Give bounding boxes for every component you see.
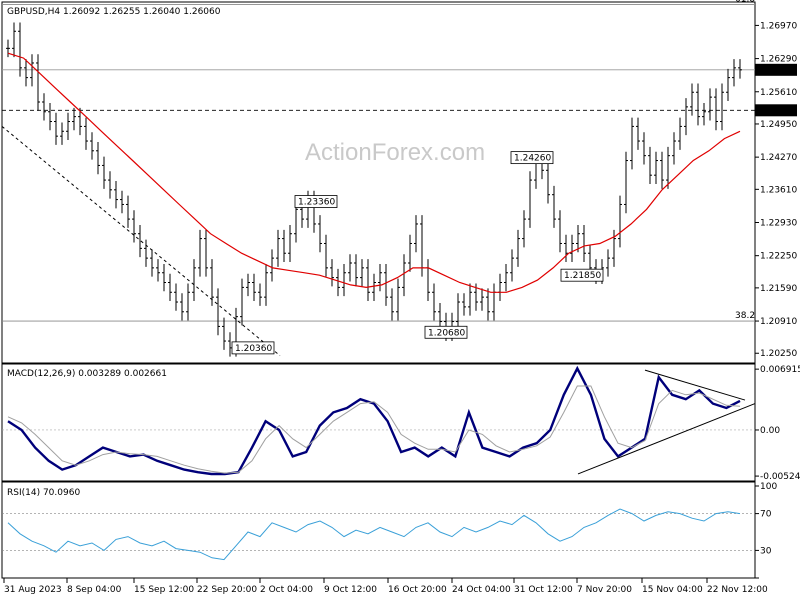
price-annotation-label: 1.24260: [514, 154, 551, 164]
x-tick-label: 7 Nov 20:00: [577, 585, 632, 595]
x-tick-label: 2 Oct 04:00: [260, 585, 313, 595]
price-y-tick-label: 1.25610: [760, 88, 797, 98]
support-level-label: 1.25230: [758, 106, 795, 116]
current-price-label: 1.26060: [758, 66, 795, 76]
rsi-panel-frame: [1, 481, 756, 579]
fib-level-label: 38.2: [735, 311, 755, 321]
macd-panel-frame: [1, 363, 756, 482]
price-panel-frame: [1, 1, 756, 364]
price-annotation-label: 1.21850: [564, 271, 601, 281]
rsi-y-tick-label: 30: [760, 546, 772, 556]
rsi-y-tick-label: 70: [760, 510, 772, 520]
macd-y-tick-label: 0.00: [760, 426, 780, 436]
x-tick-label: 22 Nov 12:00: [707, 585, 768, 595]
price-annotation-label: 1.20680: [428, 328, 465, 338]
macd-upper-triangle-line: [644, 369, 746, 401]
fib-level-label: 61.8: [735, 0, 755, 4]
x-tick-label: 16 Oct 20:00: [388, 585, 447, 595]
price-annotation-label: 1.23360: [298, 198, 335, 208]
price-y-tick-label: 1.24950: [760, 120, 797, 130]
chart: ActionForex.com GBPUSD,H4 1.26092 1.2625…: [1, 0, 800, 595]
price-y-tick-label: 1.23610: [760, 185, 797, 195]
price-y-tick-label: 1.20250: [760, 349, 797, 359]
x-tick-label: 8 Sep 04:00: [67, 585, 122, 595]
price-y-tick-label: 1.22930: [760, 219, 797, 229]
macd-line: [7, 365, 741, 476]
x-tick-label: 24 Oct 04:00: [452, 585, 511, 595]
price-y-tick-label: 1.22250: [760, 252, 797, 262]
watermark: ActionForex.com: [305, 139, 485, 166]
price-y-tick-label: 1.21590: [760, 284, 797, 294]
macd-header: MACD(12,26,9) 0.003289 0.002661: [7, 369, 167, 379]
price-y-tick-label: 1.26970: [760, 21, 797, 31]
rsi-line: [7, 508, 741, 561]
price-y-tick-label: 1.24270: [760, 153, 797, 163]
rsi-header: RSI(14) 70.0960: [7, 488, 80, 498]
rsi-y-tick-label: 100: [760, 482, 777, 492]
price-header: GBPUSD,H4 1.26092 1.26255 1.26040 1.2606…: [7, 7, 221, 17]
macd-y-tick-label: -0.005241: [760, 472, 800, 482]
x-tick-label: 31 Aug 2023: [4, 585, 62, 595]
x-tick-label: 9 Oct 12:00: [324, 585, 377, 595]
price-y-tick-label: 1.20910: [760, 317, 797, 327]
x-tick-label: 15 Sep 12:00: [134, 585, 194, 595]
x-tick-label: 22 Sep 20:00: [197, 585, 257, 595]
x-tick-label: 31 Oct 12:00: [514, 585, 573, 595]
price-annotation-label: 1.20360: [235, 344, 272, 354]
moving-average-line: [7, 52, 741, 293]
price-y-tick-label: 1.26290: [760, 55, 797, 65]
x-tick-label: 15 Nov 04:00: [642, 585, 703, 595]
macd-signal-line: [7, 385, 741, 474]
macd-y-tick-label: 0.006915: [760, 365, 800, 375]
